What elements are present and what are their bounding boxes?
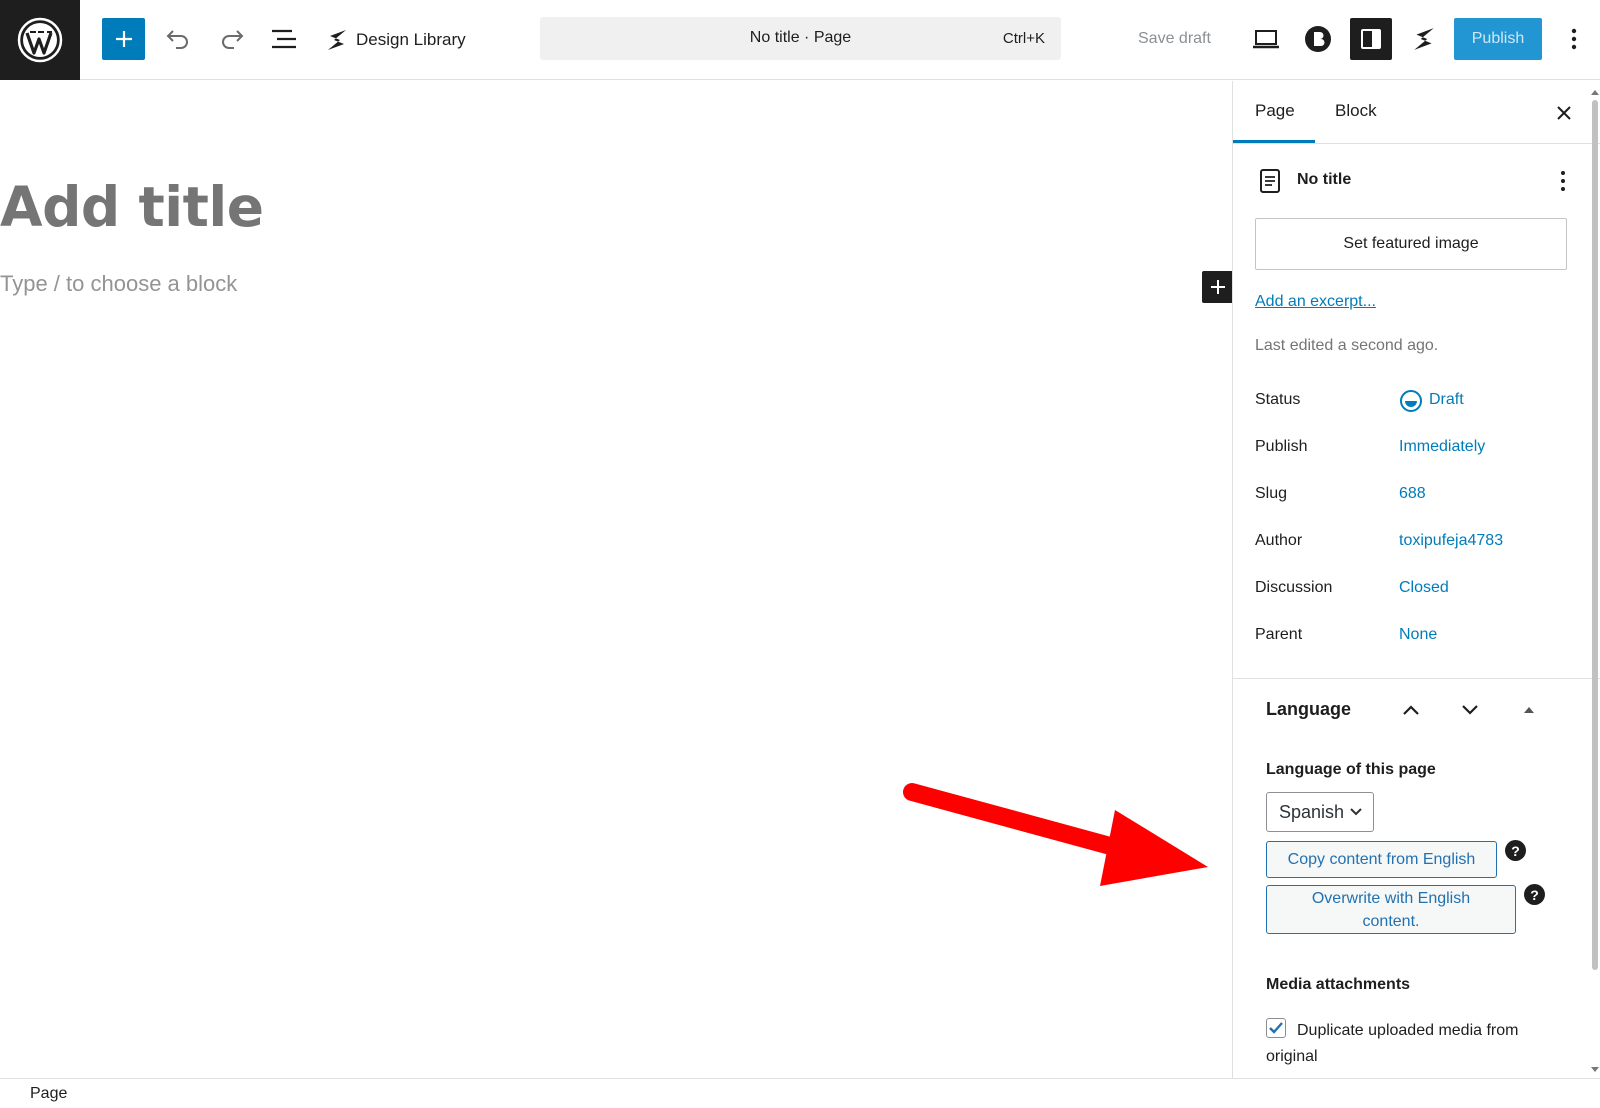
editor-footer: Page	[0, 1078, 1600, 1108]
preview-button[interactable]	[1246, 18, 1286, 60]
redo-button[interactable]	[212, 18, 252, 60]
chevron-up-icon	[1403, 705, 1419, 715]
active-tab-indicator	[1233, 140, 1315, 143]
undo-button[interactable]	[158, 18, 198, 60]
block-placeholder[interactable]: Type / to choose a block	[0, 271, 237, 297]
publish-date-button[interactable]: Immediately	[1399, 438, 1485, 456]
media-attachments-heading: Media attachments	[1266, 976, 1411, 993]
block-inserter-button[interactable]	[102, 18, 145, 60]
stackable-logo-icon	[328, 30, 346, 50]
close-sidebar-button[interactable]	[1550, 99, 1578, 127]
command-bar-shortcut: Ctrl+K	[1002, 30, 1045, 47]
meta-row-publish: Publish Immediately	[1255, 436, 1575, 460]
document-summary: No title	[1255, 166, 1575, 196]
publish-label: Publish	[1255, 438, 1308, 455]
discussion-label: Discussion	[1255, 579, 1333, 596]
move-panel-down-button[interactable]	[1457, 697, 1483, 723]
overwrite-content-button[interactable]: Overwrite with English content.	[1266, 885, 1516, 934]
slug-label: Slug	[1255, 485, 1288, 502]
post-title-input[interactable]: Add title	[0, 175, 264, 239]
draft-status-icon	[1400, 390, 1422, 412]
meta-row-author: Author toxipufeja4783	[1255, 530, 1575, 554]
caret-up-icon	[1524, 707, 1534, 713]
more-vertical-icon	[1571, 28, 1577, 50]
status-label: Status	[1255, 391, 1301, 408]
parent-value-button[interactable]: None	[1399, 626, 1437, 644]
design-library-label: Design Library	[356, 30, 466, 49]
desktop-preview-icon	[1253, 30, 1279, 49]
document-actions-button[interactable]	[1551, 166, 1575, 196]
more-vertical-icon	[1561, 171, 1565, 191]
meta-row-parent: Parent None	[1255, 624, 1575, 648]
parent-label: Parent	[1255, 626, 1303, 643]
author-label: Author	[1255, 532, 1303, 549]
wordpress-logo-button[interactable]	[0, 0, 80, 80]
duplicate-media-label: Duplicate uploaded media from original	[1266, 1022, 1519, 1065]
page-icon	[1260, 169, 1280, 193]
language-of-page-label: Language of this page	[1266, 761, 1436, 778]
command-palette-bar[interactable]: No title · Page Ctrl+K	[540, 17, 1061, 60]
sidebar-icon	[1361, 29, 1381, 49]
settings-sidebar: Page Block No title Set featured image A…	[1232, 81, 1600, 1078]
command-bar-title: No title · Page	[749, 29, 852, 46]
chevron-down-icon	[1350, 808, 1362, 816]
duplicate-media-checkbox[interactable]	[1266, 1018, 1286, 1038]
meta-row-discussion: Discussion Closed	[1255, 577, 1575, 601]
blocksy-logo-icon	[1305, 26, 1331, 52]
status-value-button[interactable]: Draft	[1429, 391, 1464, 409]
tab-block[interactable]: Block	[1335, 101, 1377, 121]
move-panel-up-button[interactable]	[1398, 697, 1424, 723]
discussion-value-button[interactable]: Closed	[1399, 579, 1449, 597]
scrollbar-thumb[interactable]	[1592, 100, 1598, 970]
chevron-down-icon	[1462, 705, 1478, 715]
sidebar-tabs: Page Block	[1233, 81, 1600, 144]
checkmark-icon	[1269, 1022, 1283, 1034]
set-featured-image-button[interactable]: Set featured image	[1255, 218, 1567, 270]
settings-sidebar-toggle[interactable]	[1350, 18, 1392, 60]
language-panel: Language Language of this page Spanish C…	[1233, 678, 1600, 1078]
close-icon	[1557, 106, 1571, 120]
tab-page[interactable]: Page	[1255, 101, 1295, 121]
sidebar-scrollbar[interactable]	[1590, 88, 1600, 1076]
undo-icon	[166, 30, 188, 49]
scroll-up-arrow-icon	[1591, 90, 1599, 95]
redo-icon	[222, 30, 244, 49]
footer-breadcrumb[interactable]: Page	[30, 1085, 67, 1103]
annotation-arrow	[903, 783, 1208, 886]
editor-header: Design Library No title · Page Ctrl+K Sa…	[0, 0, 1600, 80]
language-select-value: Spanish	[1279, 801, 1345, 822]
document-overview-button[interactable]	[264, 18, 304, 60]
editor-canvas: Add title Type / to choose a block	[0, 81, 1234, 1078]
plus-icon	[1211, 280, 1225, 294]
publish-button[interactable]: Publish	[1454, 18, 1542, 60]
document-title: No title	[1297, 171, 1352, 188]
overwrite-help-icon[interactable]: ?	[1524, 884, 1545, 905]
copy-content-button[interactable]: Copy content from English	[1266, 841, 1497, 878]
inline-block-inserter-button[interactable]	[1202, 271, 1234, 303]
add-excerpt-link[interactable]: Add an excerpt...	[1255, 293, 1376, 311]
plus-icon	[115, 31, 132, 47]
meta-row-status: Status Draft	[1255, 389, 1575, 413]
list-view-icon	[272, 29, 296, 49]
scroll-down-arrow-icon	[1591, 1067, 1599, 1072]
save-draft-button[interactable]: Save draft	[1138, 30, 1211, 48]
stackable-logo-icon	[1414, 28, 1434, 50]
copy-help-icon[interactable]: ?	[1505, 840, 1526, 861]
blocksy-button[interactable]	[1298, 18, 1338, 60]
stackable-settings-button[interactable]	[1404, 18, 1444, 60]
options-menu-button[interactable]	[1560, 18, 1588, 60]
author-value-button[interactable]: toxipufeja4783	[1399, 532, 1503, 550]
language-panel-title: Language	[1266, 699, 1352, 719]
design-library-button[interactable]: Design Library	[326, 22, 466, 58]
slug-value-button[interactable]: 688	[1399, 485, 1426, 503]
collapse-panel-button[interactable]	[1516, 697, 1542, 723]
meta-row-slug: Slug 688	[1255, 483, 1575, 507]
language-select[interactable]: Spanish	[1266, 792, 1374, 832]
last-edited-text: Last edited a second ago.	[1255, 337, 1439, 354]
wordpress-icon	[17, 17, 63, 63]
